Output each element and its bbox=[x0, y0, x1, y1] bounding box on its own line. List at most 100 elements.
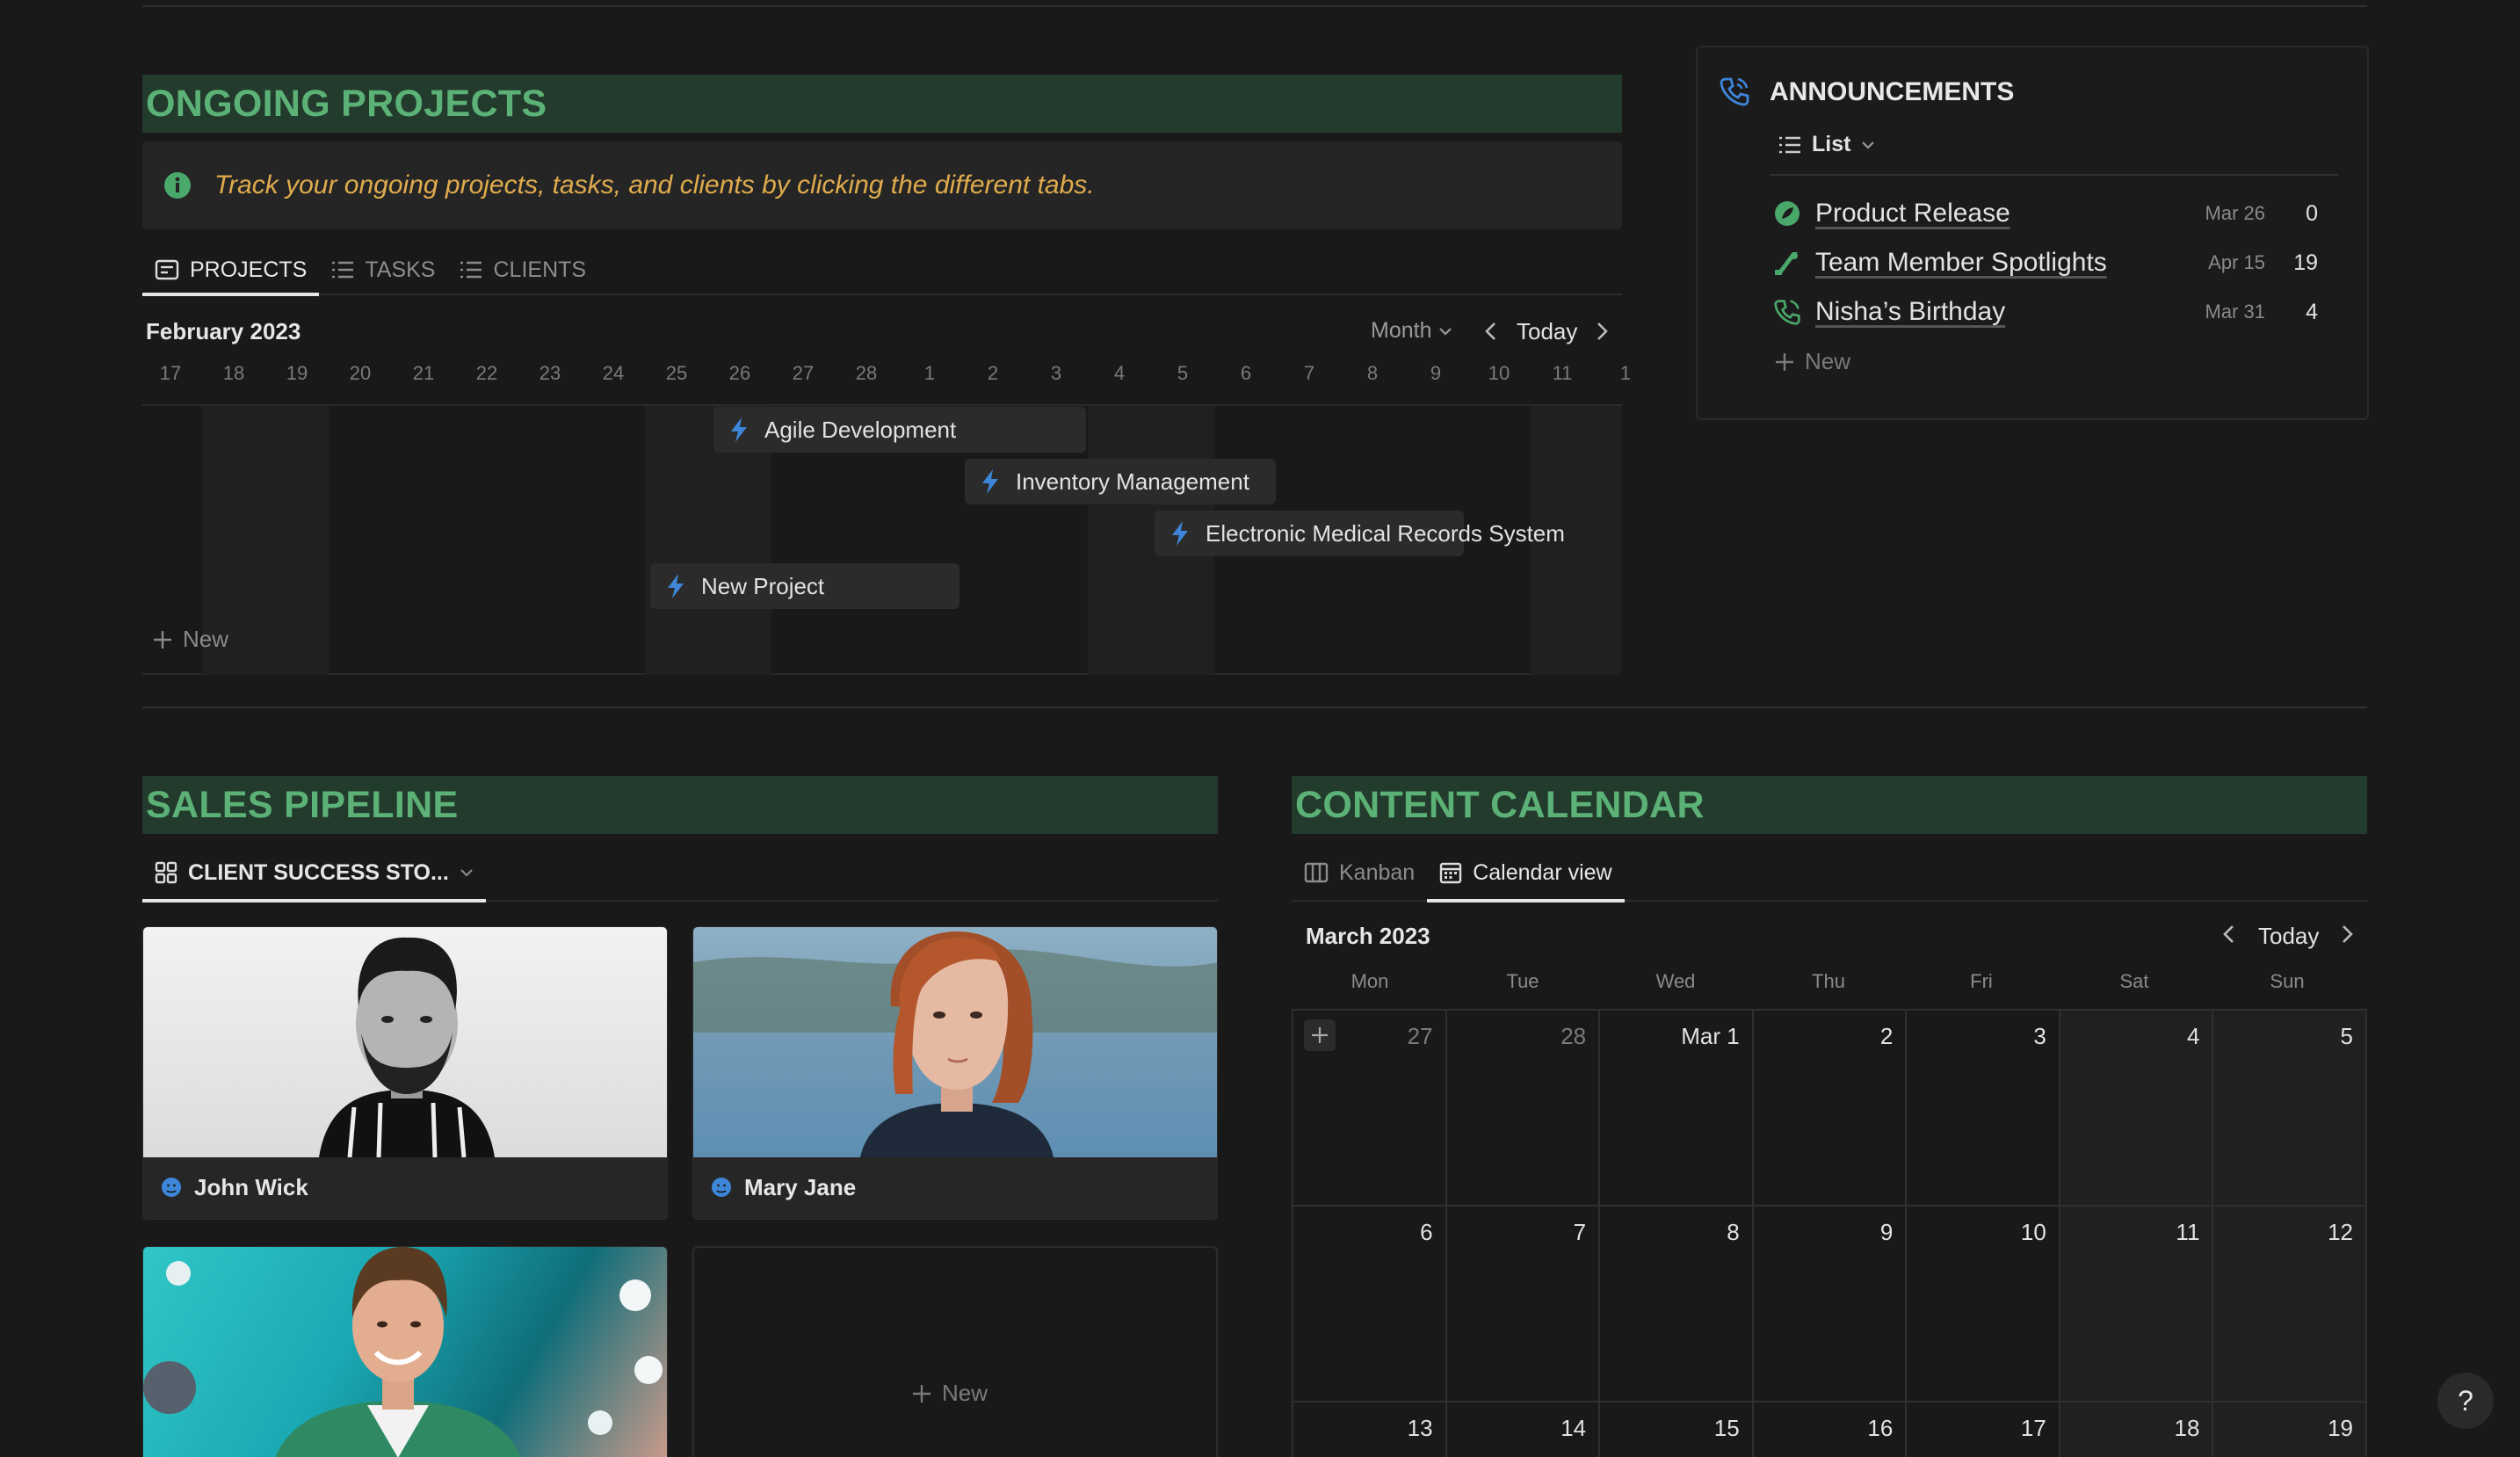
timeline-day-number: 26 bbox=[728, 362, 751, 384]
timeline-day-number: 19 bbox=[286, 362, 308, 384]
timeline-day-number: 7 bbox=[1303, 362, 1315, 384]
calendar-day-cell[interactable]: 4 bbox=[2060, 1011, 2214, 1207]
announcement-row-product-release[interactable]: Product Release Mar 26 0 bbox=[1773, 192, 2318, 236]
weekday-label: Fri bbox=[1970, 970, 1993, 992]
timeline-bar-agile-development[interactable]: Agile Development bbox=[713, 407, 1086, 453]
content-calendar-title: CONTENT CALENDAR bbox=[1295, 783, 1705, 826]
info-callout: Track your ongoing projects, tasks, and … bbox=[142, 141, 1622, 229]
calendar-day-cell[interactable]: 15 bbox=[1600, 1403, 1754, 1457]
announcements-new-button[interactable]: New bbox=[1775, 348, 1850, 375]
info-icon bbox=[163, 171, 192, 199]
calendar-day-number: 15 bbox=[1713, 1415, 1740, 1441]
timeline-today-button[interactable]: Today bbox=[1517, 318, 1577, 345]
tab-tasks[interactable]: TASKS bbox=[319, 245, 447, 294]
content-calendar-heading: CONTENT CALENDAR bbox=[1292, 776, 2367, 834]
gallery-new-button[interactable]: New bbox=[912, 1380, 988, 1407]
announcement-date: Mar 26 bbox=[2205, 202, 2265, 224]
chevron-down-icon bbox=[460, 867, 474, 878]
calendar-day-cell[interactable]: 17 bbox=[1907, 1403, 2060, 1457]
kanban-icon bbox=[1304, 862, 1329, 883]
timeline-bar-label: Inventory Management bbox=[1016, 468, 1249, 495]
timeline-bar-new-project[interactable]: New Project bbox=[650, 563, 959, 609]
chevron-down-icon bbox=[1861, 140, 1875, 150]
calendar-day-number: 14 bbox=[1561, 1415, 1587, 1441]
calendar-day-number: 27 bbox=[1407, 1023, 1433, 1049]
weekday-label: Mon bbox=[1351, 970, 1389, 992]
weekday-label: Wed bbox=[1655, 970, 1696, 992]
calendar-day-cell[interactable]: 6 bbox=[1293, 1207, 1447, 1403]
timeline-prev-button[interactable] bbox=[1481, 320, 1501, 343]
calendar-day-cell[interactable]: 28 bbox=[1446, 1011, 1601, 1207]
gallery-card-name: John Wick bbox=[194, 1173, 308, 1200]
timeline-bar-inventory-management[interactable]: Inventory Management bbox=[965, 459, 1276, 504]
sales-view-label: CLIENT SUCCESS STO... bbox=[188, 859, 449, 885]
calendar-prev-button[interactable] bbox=[2219, 923, 2239, 946]
help-label: ? bbox=[2458, 1384, 2473, 1417]
timeline-bar-electronic-medical-records[interactable]: Electronic Medical Records System bbox=[1155, 511, 1565, 556]
calendar-day-cell[interactable]: 9 bbox=[1753, 1207, 1908, 1403]
announcement-count: 19 bbox=[2293, 250, 2318, 275]
phone-icon bbox=[1719, 76, 1750, 107]
calendar-today-button[interactable]: Today bbox=[2258, 923, 2319, 950]
chevron-right-icon bbox=[2343, 925, 2353, 943]
chevron-right-icon bbox=[1597, 323, 1608, 340]
calendar-day-cell[interactable]: 14 bbox=[1447, 1403, 1601, 1457]
plus-icon bbox=[1312, 1027, 1328, 1043]
calendar-day-cell[interactable]: 5 bbox=[2213, 1011, 2367, 1207]
calendar-day-cell[interactable]: 13 bbox=[1293, 1403, 1447, 1457]
calendar-day-cell[interactable]: 2 bbox=[1753, 1011, 1908, 1207]
add-event-button[interactable] bbox=[1304, 1019, 1336, 1051]
timeline-day-number: 18 bbox=[222, 362, 245, 384]
tab-calendar-view[interactable]: Calendar view bbox=[1427, 844, 1626, 902]
announcement-row-nishas-birthday[interactable]: Nisha’s Birthday Mar 31 4 bbox=[1773, 290, 2318, 334]
calendar-day-cell[interactable]: 3 bbox=[1907, 1011, 2060, 1207]
sales-view-select[interactable]: CLIENT SUCCESS STO... bbox=[142, 844, 486, 902]
announcements-view-select[interactable]: List bbox=[1778, 132, 1875, 157]
calendar-day-cell[interactable]: 19 bbox=[2213, 1403, 2367, 1457]
calendar-day-number: Mar 1 bbox=[1681, 1023, 1740, 1049]
calendar-day-cell[interactable]: 7 bbox=[1446, 1207, 1601, 1403]
board-icon bbox=[155, 259, 179, 280]
timeline-day-number: 8 bbox=[1366, 362, 1379, 384]
plus-icon bbox=[1775, 352, 1794, 372]
calendar-day-cell[interactable]: 27 bbox=[1293, 1011, 1447, 1207]
project-tabs: PROJECTS TASKS CLIENTS bbox=[142, 245, 1622, 296]
gallery-card-mary-jane[interactable]: Mary Jane bbox=[692, 926, 1218, 1220]
timeline-month-label: February 2023 bbox=[146, 318, 301, 344]
calendar-next-button[interactable] bbox=[2337, 923, 2357, 946]
list-icon bbox=[331, 260, 354, 279]
calendar-day-cell[interactable]: 11 bbox=[2060, 1207, 2214, 1403]
calendar-day-number: 17 bbox=[2020, 1415, 2046, 1441]
timeline-day-number: 5 bbox=[1177, 362, 1189, 384]
calendar-day-cell[interactable]: 12 bbox=[2213, 1207, 2367, 1403]
calendar-day-number: 19 bbox=[2328, 1415, 2353, 1441]
lightning-icon bbox=[666, 573, 685, 599]
calendar-day-cell[interactable]: 8 bbox=[1600, 1207, 1754, 1403]
gallery-card-caption: Mary Jane bbox=[693, 1156, 1217, 1219]
calendar-day-cell[interactable]: Mar 1 bbox=[1600, 1011, 1754, 1207]
calendar-day-number: 28 bbox=[1561, 1023, 1587, 1049]
announcements-title: ANNOUNCEMENTS bbox=[1770, 77, 2015, 106]
help-button[interactable]: ? bbox=[2437, 1373, 2494, 1429]
sales-view-bar: CLIENT SUCCESS STO... bbox=[142, 845, 1218, 902]
announcement-row-team-member-spotlights[interactable]: Team Member Spotlights Apr 15 19 bbox=[1773, 241, 2318, 285]
announcement-label: Team Member Spotlights bbox=[1815, 248, 2107, 277]
tab-clients[interactable]: CLIENTS bbox=[447, 245, 598, 294]
tab-kanban[interactable]: Kanban bbox=[1292, 844, 1427, 901]
person-icon bbox=[711, 1177, 732, 1198]
announcement-count: 4 bbox=[2306, 299, 2318, 324]
gallery-card-third[interactable] bbox=[142, 1246, 668, 1457]
timeline-view-select[interactable]: Month bbox=[1371, 318, 1452, 344]
timeline-day-number: 1 bbox=[1619, 362, 1632, 384]
announcement-date: Apr 15 bbox=[2208, 251, 2265, 273]
gallery-card-john-wick[interactable]: John Wick bbox=[142, 926, 668, 1220]
calendar-day-cell[interactable]: 16 bbox=[1754, 1403, 1908, 1457]
tab-projects[interactable]: PROJECTS bbox=[142, 245, 320, 296]
timeline-new-button[interactable]: New bbox=[153, 626, 228, 653]
timeline-next-button[interactable] bbox=[1592, 320, 1611, 343]
timeline-day-number: 3 bbox=[1050, 362, 1062, 384]
gallery-new-card[interactable]: New bbox=[692, 1246, 1218, 1457]
calendar-day-cell[interactable]: 18 bbox=[2060, 1403, 2214, 1457]
timeline-day-number: 2 bbox=[987, 362, 999, 384]
calendar-day-cell[interactable]: 10 bbox=[1907, 1207, 2060, 1403]
